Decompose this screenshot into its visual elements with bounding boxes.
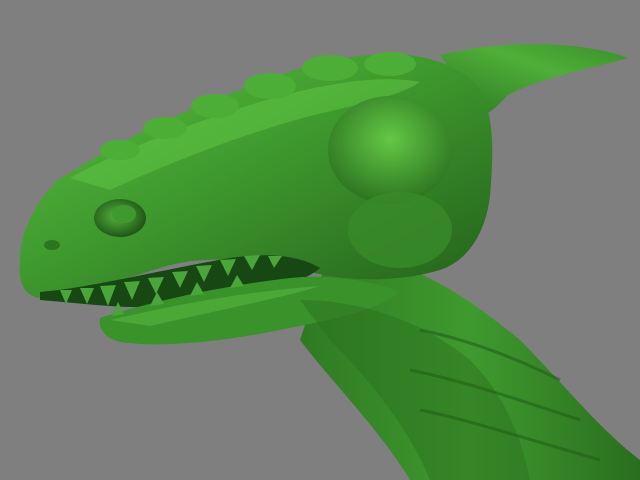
dragon-head-render <box>19 44 640 480</box>
cheek-bulge <box>328 96 452 204</box>
render-viewport[interactable] <box>0 0 640 480</box>
nostril <box>44 240 60 250</box>
eye <box>112 205 136 223</box>
jaw-muscle <box>348 192 452 268</box>
